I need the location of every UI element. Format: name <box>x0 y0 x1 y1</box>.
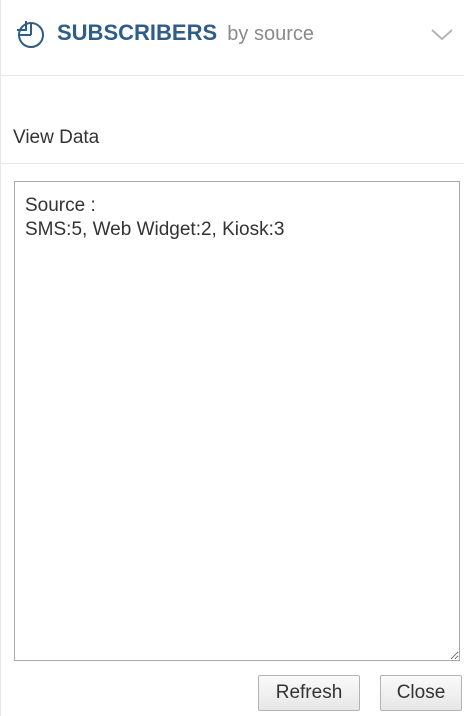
refresh-button[interactable]: Refresh <box>258 675 360 711</box>
data-textarea[interactable] <box>14 181 460 661</box>
panel-header: SUBSCRIBERS by source <box>1 0 464 76</box>
view-data-label: View Data <box>13 127 100 148</box>
panel-title: SUBSCRIBERS by source <box>57 19 314 48</box>
chevron-down-icon[interactable] <box>427 22 457 46</box>
subscribers-panel: SUBSCRIBERS by source View Data Refresh … <box>0 0 464 716</box>
view-data-row: View Data <box>1 77 464 164</box>
title-subtitle: by source <box>227 23 314 45</box>
pie-chart-icon <box>17 21 44 48</box>
title-main: SUBSCRIBERS <box>57 20 218 45</box>
close-button[interactable]: Close <box>380 675 462 711</box>
